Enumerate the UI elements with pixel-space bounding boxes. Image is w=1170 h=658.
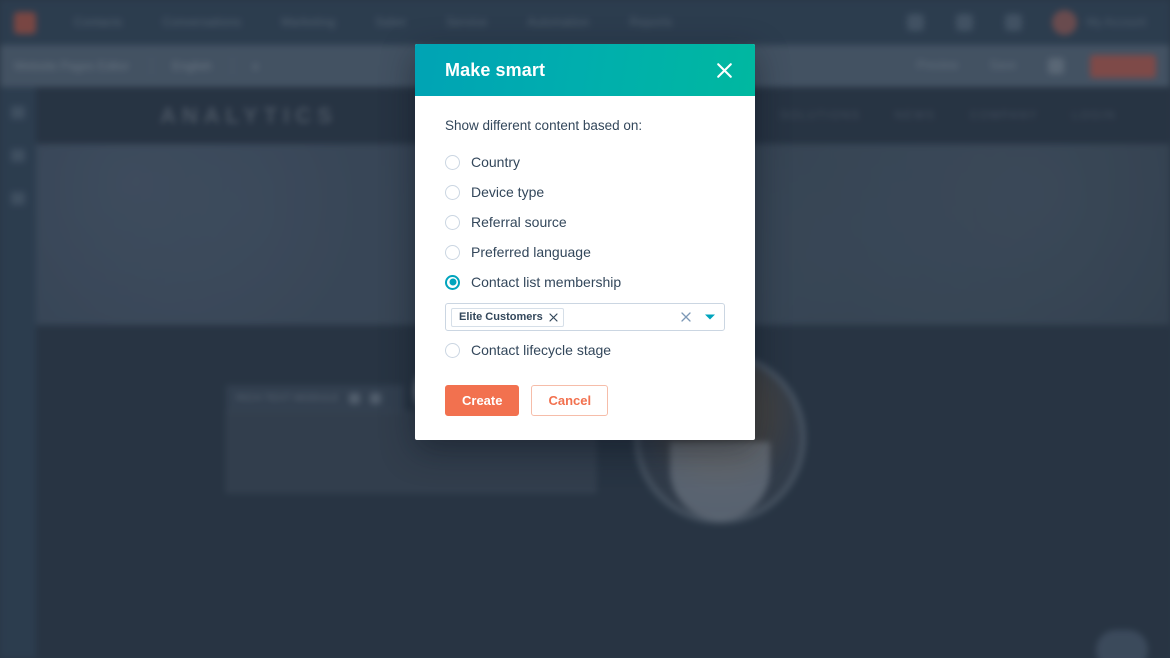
radio-mark-contact-list-membership bbox=[445, 274, 460, 290]
radio-label-referral-source: Referral source bbox=[471, 214, 567, 230]
radio-label-preferred-language: Preferred language bbox=[471, 244, 591, 260]
modal-actions: Create Cancel bbox=[445, 385, 725, 416]
modal-header: Make smart bbox=[415, 44, 755, 96]
contact-list-select[interactable]: Elite Customers bbox=[445, 303, 725, 331]
chevron-down-icon[interactable] bbox=[704, 313, 716, 321]
radio-label-contact-list-membership: Contact list membership bbox=[471, 274, 622, 290]
radio-mark-country bbox=[445, 154, 460, 170]
close-x-icon[interactable] bbox=[711, 57, 737, 83]
radio-option-referral-source[interactable]: Referral source bbox=[445, 207, 725, 237]
radio-label-country: Country bbox=[471, 154, 521, 170]
radio-mark-preferred-language bbox=[445, 244, 460, 260]
radio-option-preferred-language[interactable]: Preferred language bbox=[445, 237, 725, 267]
radio-mark-referral-source bbox=[445, 214, 460, 230]
clear-x-icon[interactable] bbox=[681, 312, 691, 322]
selected-list-token-label: Elite Customers bbox=[459, 311, 543, 323]
radio-option-contact-list-membership[interactable]: Contact list membership bbox=[445, 267, 725, 297]
modal-subtitle: Show different content based on: bbox=[445, 118, 643, 133]
token-remove-x-icon[interactable] bbox=[549, 312, 558, 322]
create-button[interactable]: Create bbox=[445, 385, 520, 416]
radio-option-device-type[interactable]: Device type bbox=[445, 177, 725, 207]
radio-option-contact-lifecycle-stage[interactable]: Contact lifecycle stage bbox=[445, 335, 725, 365]
make-smart-modal: Make smart Show different content based … bbox=[415, 44, 755, 440]
radio-mark-device-type bbox=[445, 184, 460, 200]
modal-body: Show different content based on: Country… bbox=[415, 96, 755, 440]
radio-label-contact-lifecycle-stage: Contact lifecycle stage bbox=[471, 342, 612, 358]
app-root: Contacts Conversations Marketing Sales S… bbox=[0, 0, 1170, 658]
radio-label-device-type: Device type bbox=[471, 184, 545, 200]
radio-mark-contact-lifecycle-stage bbox=[445, 342, 460, 358]
selected-list-token[interactable]: Elite Customers bbox=[451, 307, 564, 327]
radio-option-country[interactable]: Country bbox=[445, 147, 725, 177]
modal-title: Make smart bbox=[445, 59, 546, 80]
cancel-button[interactable]: Cancel bbox=[531, 385, 609, 416]
